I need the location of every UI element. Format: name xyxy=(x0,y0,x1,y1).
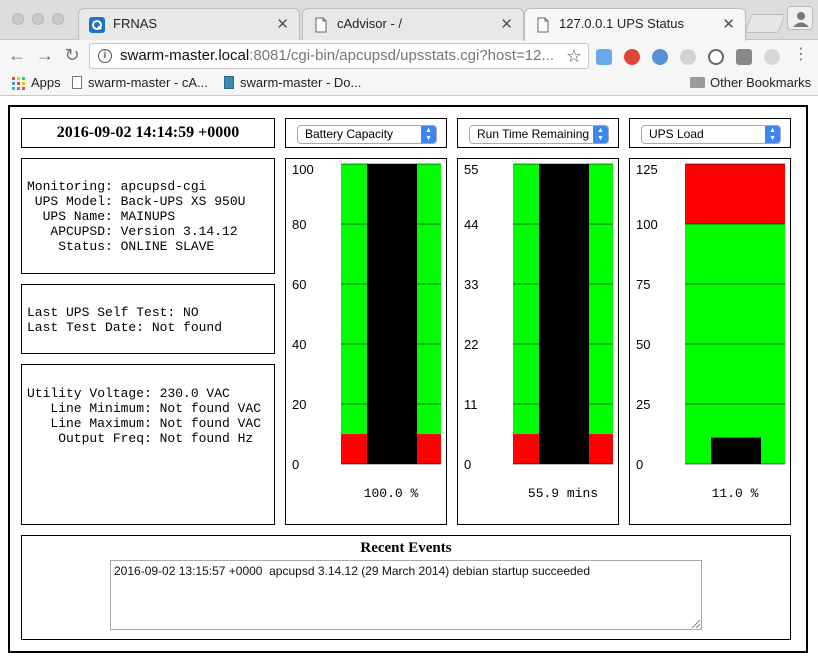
select-arrows-icon: ▲ ▼ xyxy=(765,126,780,143)
chart-tick-label: 44 xyxy=(464,217,478,232)
ups-load-chart: 0 25 50 75 100 125 11.0 % xyxy=(629,158,791,525)
chart-tick-label: 22 xyxy=(464,337,478,352)
close-tab-icon[interactable]: ✕ xyxy=(276,15,289,33)
document-icon xyxy=(535,17,551,33)
chart-value-bar xyxy=(539,164,589,464)
bookmarks-bar: Apps swarm-master - cA... swarm-master -… xyxy=(0,72,818,96)
self-test-box: Last UPS Self Test: NO Last Test Date: No… xyxy=(21,284,275,354)
profile-button[interactable] xyxy=(787,6,813,30)
browser-toolbar: ← → ↻ i swarm-master.local:8081/cgi-bin/… xyxy=(0,40,818,72)
ups-load-select[interactable]: UPS Load ▲ ▼ xyxy=(641,125,781,144)
chart-value-label: 11.0 % xyxy=(712,486,759,501)
chart-value-label: 55.9 mins xyxy=(528,486,598,501)
chart-tick-label: 0 xyxy=(292,457,299,472)
extension-icon[interactable] xyxy=(764,49,780,65)
ups-info-lines: Monitoring: apcupsd-cgi UPS Model: Back-… xyxy=(27,179,246,254)
other-bookmarks[interactable]: Other Bookmarks xyxy=(690,75,811,90)
apps-grid-icon xyxy=(12,77,25,90)
select-arrows-icon: ▲ ▼ xyxy=(593,126,608,143)
runtime-remaining-chart-svg: 0 11 22 33 44 55 55.9 mins xyxy=(464,162,613,501)
frnas-app-icon xyxy=(89,17,105,33)
chart-tick-label: 33 xyxy=(464,277,478,292)
resize-grip-icon[interactable] xyxy=(692,620,700,628)
chart-tick-label: 0 xyxy=(464,457,471,472)
chart-tick-label: 25 xyxy=(636,397,650,412)
battery-capacity-chart-svg: 0 20 40 60 80 100 100.0 % xyxy=(292,162,441,501)
tab-title: FRNAS xyxy=(113,16,158,31)
chart-tick-label: 75 xyxy=(636,277,650,292)
tab-title: cAdvisor - / xyxy=(337,16,403,31)
document-icon xyxy=(313,17,329,33)
chart-value-bar xyxy=(367,164,417,464)
runtime-remaining-select[interactable]: Run Time Remaining ▲ ▼ xyxy=(469,125,609,144)
chart-tick-label: 125 xyxy=(636,162,658,177)
back-arrow-icon[interactable]: ← xyxy=(7,45,27,65)
self-test-lines: Last UPS Self Test: NO Last Test Date: No… xyxy=(27,305,223,335)
forward-arrow-icon[interactable]: → xyxy=(35,45,55,65)
zoom-window-button[interactable] xyxy=(52,13,64,25)
chart-band xyxy=(685,164,785,224)
chart-tick-label: 40 xyxy=(292,337,306,352)
status-datetime: 2016-09-02 14:14:59 +0000 xyxy=(21,118,275,148)
extension-icon[interactable] xyxy=(596,49,612,65)
tab-strip: FRNAS ✕ cAdvisor - / ✕ 127.0.0.1 UPS Sta… xyxy=(0,0,818,41)
chart-value-bar xyxy=(711,437,761,464)
chart-tick-label: 55 xyxy=(464,162,478,177)
tab-cadvisor[interactable]: cAdvisor - / ✕ xyxy=(302,8,524,41)
folder-icon xyxy=(690,77,705,88)
address-bar[interactable]: i swarm-master.local:8081/cgi-bin/apcups… xyxy=(89,43,589,69)
bookmark-docker[interactable]: swarm-master - Do... xyxy=(224,75,361,90)
tab-ups-status[interactable]: 127.0.0.1 UPS Status ✕ xyxy=(524,8,746,41)
chart-tick-label: 50 xyxy=(636,337,650,352)
voltage-lines: Utility Voltage: 230.0 VAC Line Minimum:… xyxy=(27,386,262,446)
tab-frnas[interactable]: FRNAS ✕ xyxy=(78,8,300,41)
chart-tick-label: 0 xyxy=(636,457,643,472)
battery-capacity-select[interactable]: Battery Capacity ▲ ▼ xyxy=(297,125,437,144)
battery-capacity-chart: 0 20 40 60 80 100 100.0 % xyxy=(285,158,447,525)
chart-tick-label: 100 xyxy=(292,162,314,177)
ups-info-box: Monitoring: apcupsd-cgi UPS Model: Back-… xyxy=(21,158,275,274)
tab-title: 127.0.0.1 UPS Status xyxy=(559,16,685,31)
voltage-box: Utility Voltage: 230.0 VAC Line Minimum:… xyxy=(21,364,275,525)
recent-events-textarea[interactable]: 2016-09-02 13:15:57 +0000 apcupsd 3.14.1… xyxy=(110,560,702,630)
adblock-icon[interactable] xyxy=(624,49,640,65)
alert-icon[interactable] xyxy=(708,49,724,65)
evernote-icon[interactable] xyxy=(736,49,752,65)
runtime-remaining-chart: 0 11 22 33 44 55 55.9 mins xyxy=(457,158,619,525)
minimize-window-button[interactable] xyxy=(32,13,44,25)
globe-icon[interactable] xyxy=(652,49,668,65)
ups-load-chart-svg: 0 25 50 75 100 125 11.0 % xyxy=(636,162,785,501)
recent-events-title: Recent Events xyxy=(360,540,452,556)
docker-icon xyxy=(224,76,234,89)
chart-tick-label: 100 xyxy=(636,217,658,232)
close-tab-icon[interactable]: ✕ xyxy=(722,15,735,33)
bookmark-apps[interactable]: Apps xyxy=(31,75,61,90)
load-select-box: UPS Load ▲ ▼ xyxy=(629,118,791,148)
bookmark-cadvisor[interactable]: swarm-master - cA... xyxy=(72,75,208,90)
reload-icon[interactable]: ↻ xyxy=(62,45,82,65)
document-icon xyxy=(72,76,82,89)
chart-tick-label: 80 xyxy=(292,217,306,232)
chart-tick-label: 60 xyxy=(292,277,306,292)
event-line: 2016-09-02 13:15:57 +0000 apcupsd 3.14.1… xyxy=(114,564,591,578)
select-arrows-icon: ▲ ▼ xyxy=(421,126,436,143)
person-icon xyxy=(793,12,809,27)
runtime-select-box[interactable]: Run Time Remaining ▲ ▼ xyxy=(457,118,619,148)
recent-events-box: Recent Events 2016-09-02 13:15:57 +0000 … xyxy=(21,535,791,640)
chart-tick-label: 11 xyxy=(464,397,478,412)
bookmark-star-icon[interactable]: ☆ xyxy=(566,44,582,68)
menu-kebab-icon[interactable]: ⋮ xyxy=(791,45,811,65)
close-window-button[interactable] xyxy=(12,13,24,25)
url-text: swarm-master.local:8081/cgi-bin/apcupsd/… xyxy=(120,47,554,64)
chart-value-label: 100.0 % xyxy=(364,486,419,501)
battery-select-box: Battery Capacity ▲ ▼ xyxy=(285,118,447,148)
info-icon[interactable]: i xyxy=(98,49,112,63)
fingerprint-icon[interactable] xyxy=(680,49,696,65)
close-tab-icon[interactable]: ✕ xyxy=(500,15,513,33)
chart-tick-label: 20 xyxy=(292,397,306,412)
ups-status-page: 2016-09-02 14:14:59 +0000 Monitoring: ap… xyxy=(8,105,808,653)
new-tab-button[interactable] xyxy=(744,14,786,33)
